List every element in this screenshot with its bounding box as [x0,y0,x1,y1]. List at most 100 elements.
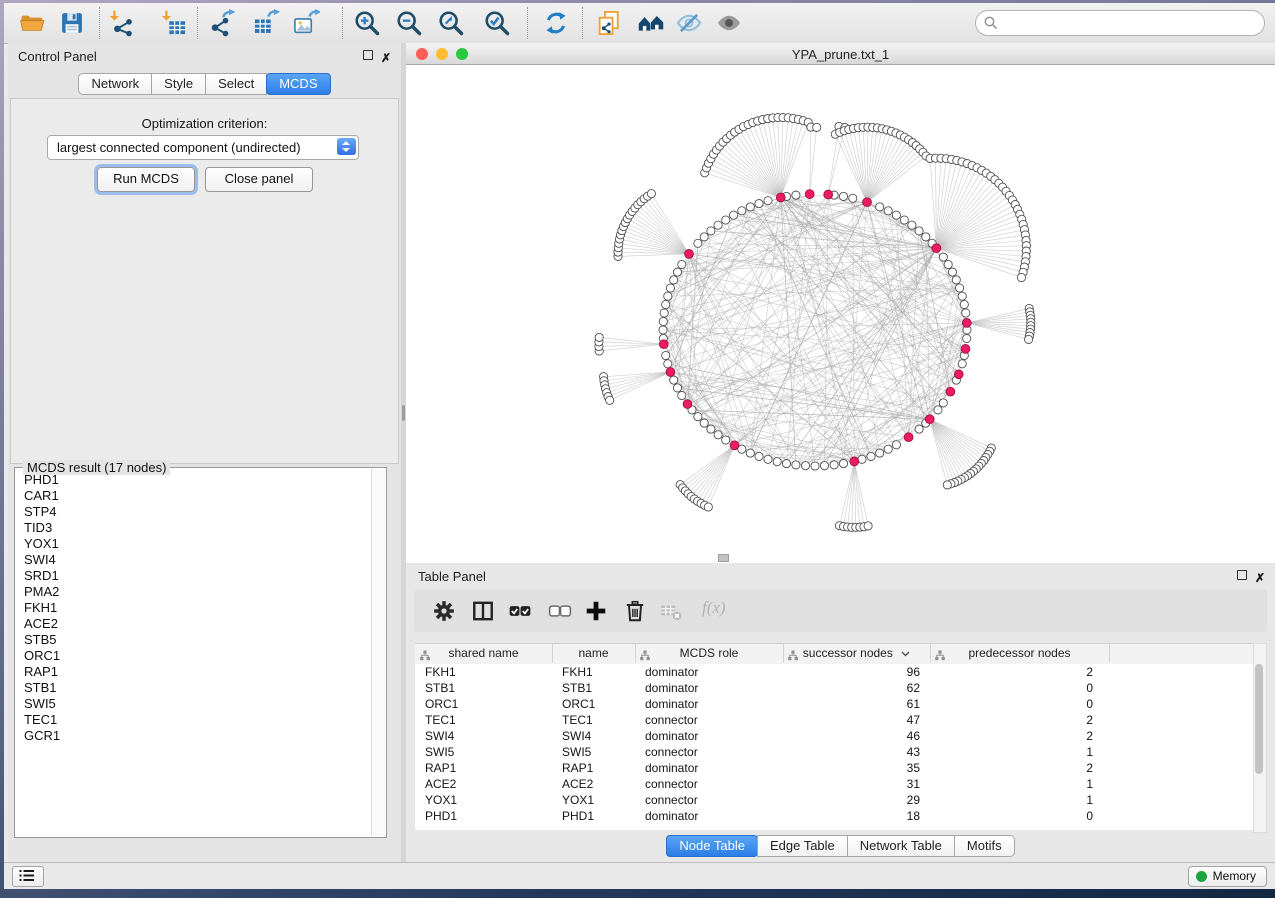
table-row[interactable]: ORC1ORC1dominator610 [415,696,1255,712]
mcds-result-item[interactable]: ORC1 [16,648,368,664]
mcds-result-item[interactable]: SRD1 [16,568,368,584]
table-panel-titlebar: Table Panel ✗ [406,563,1275,587]
table-cell: YOX1 [552,792,645,808]
mcds-result-item[interactable]: STB1 [16,680,368,696]
select-all-icon[interactable] [508,599,532,623]
network-graph[interactable] [406,65,1275,563]
mcds-result-item[interactable]: GCR1 [16,728,368,744]
mcds-result-item[interactable]: YOX1 [16,536,368,552]
mcds-result-item[interactable]: SWI5 [16,696,368,712]
table-cell: dominator [635,696,793,712]
control-panel-title: Control Panel [18,49,97,64]
toolbar-separator [527,7,528,39]
tab-network[interactable]: Network [78,73,152,95]
tab-mcds[interactable]: MCDS [266,73,330,95]
tab-select[interactable]: Select [205,73,267,95]
mcds-result-item[interactable]: TEC1 [16,712,368,728]
delete-column-icon[interactable] [623,599,647,623]
column-header-predecessor-nodes[interactable]: predecessor nodes [930,644,1110,663]
close-panel-icon[interactable]: ✗ [381,50,391,60]
optimization-criterion-label: Optimization criterion: [11,116,398,131]
hide-selected-icon[interactable] [675,9,703,37]
zoom-selected-icon[interactable] [483,9,511,37]
close-panel-button[interactable]: Close panel [205,167,313,192]
zoom-in-icon[interactable] [353,9,381,37]
tab-style[interactable]: Style [151,73,206,95]
mcds-result-item[interactable]: ACE2 [16,616,368,632]
table-settings-icon[interactable] [432,599,456,623]
deselect-all-icon[interactable] [548,599,572,623]
search-input[interactable] [1004,13,1258,33]
mcds-result-item[interactable]: CAR1 [16,488,368,504]
memory-button[interactable]: Memory [1188,866,1267,887]
export-table-icon[interactable] [252,9,280,37]
table-row[interactable]: SWI4SWI4dominator462 [415,728,1255,744]
mcds-result-list[interactable]: PHD1CAR1STP4TID3YOX1SWI4SRD1PMA2FKH1ACE2… [16,472,368,832]
criterion-value: largest connected component (undirected) [57,140,301,155]
table-row[interactable]: SWI5SWI5connector431 [415,744,1255,760]
table-cell: TEC1 [552,712,645,728]
column-header-shared-name[interactable]: shared name [415,644,553,663]
run-mcds-button[interactable]: Run MCDS [97,167,195,192]
export-image-icon[interactable] [292,9,320,37]
result-scrollbar[interactable] [371,469,385,836]
table-row[interactable]: ACE2ACE2connector311 [415,776,1255,792]
first-neighbors-icon[interactable] [637,9,665,37]
show-panels-button[interactable] [12,866,44,887]
save-session-icon[interactable] [58,9,86,37]
column-header-successor-nodes[interactable]: successor nodes [783,644,931,663]
column-header-name[interactable]: name [552,644,636,663]
mcds-result-item[interactable]: SWI4 [16,552,368,568]
canvas-grip-icon[interactable] [718,554,729,562]
table-row[interactable]: PHD1PHD1dominator180 [415,808,1255,824]
mcds-result-item[interactable]: STB5 [16,632,368,648]
tab-network-table[interactable]: Network Table [847,835,955,857]
column-header-filler [1109,644,1254,663]
mcds-result-item[interactable]: STP4 [16,504,368,520]
mcds-result-item[interactable]: FKH1 [16,600,368,616]
toolbar-separator [99,7,100,39]
function-builder-icon: f(x) [702,598,726,618]
table-row[interactable]: STB1STB1dominator620 [415,680,1255,696]
tab-node-table[interactable]: Node Table [666,835,758,857]
table-cell: SWI5 [552,744,645,760]
table-mode-icon[interactable] [471,599,495,623]
table-cell: ACE2 [552,776,645,792]
close-table-panel-icon[interactable]: ✗ [1255,570,1265,580]
refresh-icon[interactable] [542,9,570,37]
float-panel-icon[interactable] [363,50,373,60]
zoom-fit-icon[interactable] [437,9,465,37]
duplicate-network-icon[interactable] [595,9,623,37]
table-scroll-thumb[interactable] [1255,664,1263,774]
table-row[interactable]: YOX1YOX1connector291 [415,792,1255,808]
tab-motifs[interactable]: Motifs [954,835,1015,857]
table-cell: dominator [635,728,793,744]
open-session-icon[interactable] [18,9,46,37]
import-table-icon[interactable] [160,9,188,37]
search-icon [983,15,999,31]
add-column-icon[interactable] [584,599,608,623]
table-row[interactable]: FKH1FKH1dominator962 [415,664,1255,680]
node-table[interactable]: FKH1FKH1dominator962STB1STB1dominator620… [415,664,1255,830]
mcds-result-item[interactable]: PMA2 [16,584,368,600]
import-network-icon[interactable] [108,9,136,37]
mcds-result-item[interactable]: RAP1 [16,664,368,680]
mcds-result-item[interactable]: PHD1 [16,472,368,488]
network-canvas[interactable] [406,65,1275,563]
sort-descending-icon [901,651,910,657]
table-row[interactable]: RAP1RAP1dominator352 [415,760,1255,776]
show-all-icon[interactable] [715,9,743,37]
table-row[interactable]: TEC1TEC1connector472 [415,712,1255,728]
table-cell: 0 [930,808,1101,824]
float-table-panel-icon[interactable] [1237,570,1247,580]
tab-edge-table[interactable]: Edge Table [757,835,848,857]
table-panel-title: Table Panel [418,569,486,584]
table-cell: 35 [783,760,930,776]
memory-status-icon [1196,871,1207,882]
zoom-out-icon[interactable] [395,9,423,37]
criterion-select[interactable]: largest connected component (undirected) [47,135,359,160]
export-network-icon[interactable] [208,9,236,37]
table-scrollbar[interactable] [1253,643,1267,833]
column-header-mcds-role[interactable]: MCDS role [635,644,784,663]
mcds-result-item[interactable]: TID3 [16,520,368,536]
